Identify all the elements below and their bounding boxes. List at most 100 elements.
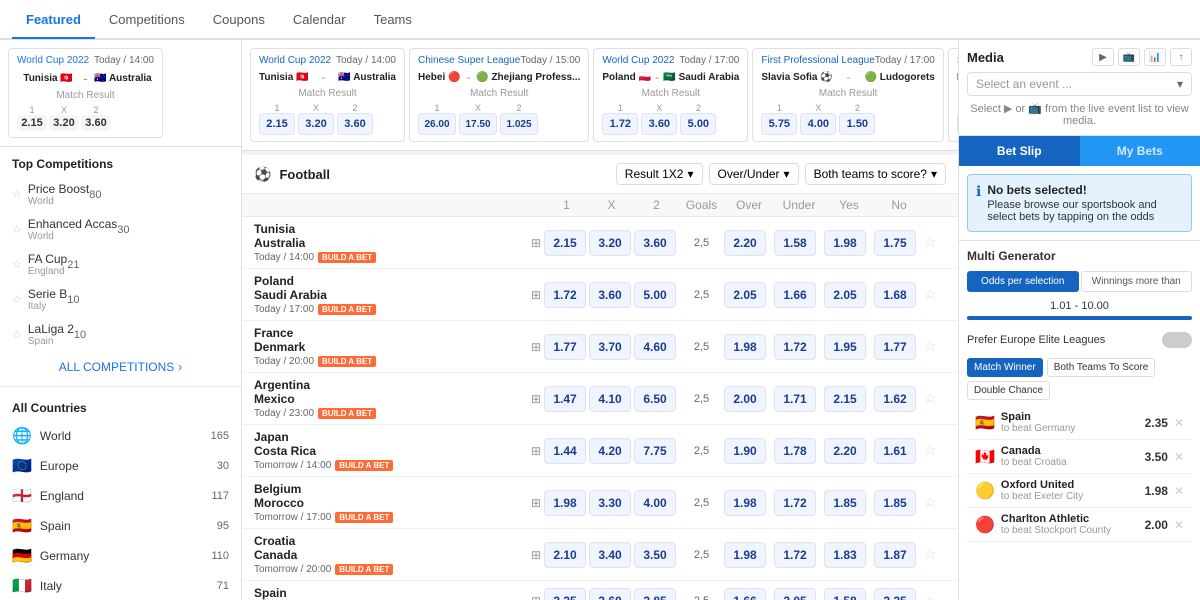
m6-odds1[interactable]: 2.10 [544, 542, 586, 568]
result-dropdown[interactable]: Result 1X2 ▾ [616, 163, 703, 185]
both-teams-dropdown[interactable]: Both teams to score? ▾ [805, 163, 946, 185]
filter-double-chance[interactable]: Double Chance [967, 381, 1050, 400]
m7-star[interactable]: ☆ [924, 593, 937, 600]
media-event-select[interactable]: Select an event ... ▾ [967, 72, 1192, 96]
nav-teams[interactable]: Teams [360, 2, 426, 39]
card2-odds2[interactable]: 5.00 [680, 113, 716, 135]
card3-oddsx[interactable]: 4.00 [800, 113, 836, 135]
comp-laliga2[interactable]: ☆ LaLiga 2 Spain 10 [0, 317, 241, 352]
card2-odds1[interactable]: 1.72 [602, 113, 638, 135]
m3-oddsx[interactable]: 4.10 [589, 386, 631, 412]
m3-over[interactable]: 2.00 [724, 386, 766, 412]
sel-close-2[interactable]: ✕ [1174, 484, 1184, 498]
m0-under[interactable]: 1.58 [774, 230, 816, 256]
m3-odds2[interactable]: 6.50 [634, 386, 676, 412]
card0-odds2[interactable]: 3.60 [337, 113, 373, 135]
country-spain[interactable]: 🇪🇸 Spain 95 [0, 511, 241, 541]
m1-oddsx[interactable]: 3.60 [589, 282, 631, 308]
m5-odds1[interactable]: 1.98 [544, 490, 586, 516]
m1-yes[interactable]: 2.05 [824, 282, 866, 308]
m7-oddsx[interactable]: 3.60 [589, 588, 631, 600]
m2-odds2[interactable]: 4.60 [634, 334, 676, 360]
build-bet-5[interactable]: BUILD A BET [335, 512, 393, 523]
media-icon-stats[interactable]: 📊 [1144, 48, 1166, 66]
winnings-more-tab[interactable]: Winnings more than [1081, 271, 1193, 292]
card0-oddsx[interactable]: 3.20 [298, 113, 334, 135]
country-germany[interactable]: 🇩🇪 Germany 110 [0, 541, 241, 571]
media-expand-btn[interactable]: ↑ [1170, 48, 1192, 66]
m3-odds1[interactable]: 1.47 [544, 386, 586, 412]
m2-under[interactable]: 1.72 [774, 334, 816, 360]
nav-calendar[interactable]: Calendar [279, 2, 360, 39]
m0-yes[interactable]: 1.98 [824, 230, 866, 256]
m7-odds2[interactable]: 2.85 [634, 588, 676, 600]
m6-yes[interactable]: 1.83 [824, 542, 866, 568]
card0-odds1[interactable]: 2.15 [259, 113, 295, 135]
filter-match-winner[interactable]: Match Winner [967, 358, 1043, 377]
m5-no[interactable]: 1.85 [874, 490, 916, 516]
m6-odds2[interactable]: 3.50 [634, 542, 676, 568]
card-odds1-0[interactable]: 2.15 [17, 115, 47, 131]
sel-odds-3[interactable]: 2.00 [1145, 518, 1168, 532]
build-bet-3[interactable]: BUILD A BET [318, 408, 376, 419]
card2-oddsx[interactable]: 3.60 [641, 113, 677, 135]
country-world[interactable]: 🌐 World 165 [0, 421, 241, 451]
build-bet-0[interactable]: BUILD A BET [318, 252, 376, 263]
sel-odds-2[interactable]: 1.98 [1145, 484, 1168, 498]
sel-close-0[interactable]: ✕ [1174, 416, 1184, 430]
build-bet-2[interactable]: BUILD A BET [318, 356, 376, 367]
m0-over[interactable]: 2.20 [724, 230, 766, 256]
comp-price-boost[interactable]: ☆ Price Boost World 80 [0, 177, 241, 212]
m2-odds1[interactable]: 1.77 [544, 334, 586, 360]
comp-serie-b[interactable]: ☆ Serie B Italy 10 [0, 282, 241, 317]
m5-yes[interactable]: 1.85 [824, 490, 866, 516]
nav-featured[interactable]: Featured [12, 2, 95, 39]
m0-odds2[interactable]: 3.60 [634, 230, 676, 256]
m6-oddsx[interactable]: 3.40 [589, 542, 631, 568]
sel-odds-1[interactable]: 3.50 [1145, 450, 1168, 464]
m0-odds1[interactable]: 2.15 [544, 230, 586, 256]
m0-star[interactable]: ☆ [924, 234, 937, 250]
m4-no[interactable]: 1.61 [874, 438, 916, 464]
country-italy[interactable]: 🇮🇹 Italy 71 [0, 571, 241, 600]
m4-under[interactable]: 1.78 [774, 438, 816, 464]
all-competitions-button[interactable]: ALL COMPETITIONS › [0, 352, 241, 382]
m3-no[interactable]: 1.62 [874, 386, 916, 412]
m3-yes[interactable]: 2.15 [824, 386, 866, 412]
my-bets-tab[interactable]: My Bets [1080, 136, 1200, 166]
nav-competitions[interactable]: Competitions [95, 2, 199, 39]
m6-no[interactable]: 1.87 [874, 542, 916, 568]
card1-odds2[interactable]: 1.025 [500, 113, 538, 135]
m0-no[interactable]: 1.75 [874, 230, 916, 256]
m4-odds1[interactable]: 1.44 [544, 438, 586, 464]
m4-yes[interactable]: 2.20 [824, 438, 866, 464]
m7-over[interactable]: 1.66 [724, 588, 766, 600]
sel-close-1[interactable]: ✕ [1174, 450, 1184, 464]
card3-odds1[interactable]: 5.75 [761, 113, 797, 135]
m5-under[interactable]: 1.72 [774, 490, 816, 516]
sel-close-3[interactable]: ✕ [1174, 518, 1184, 532]
comp-enhanced-accas[interactable]: ☆ Enhanced Accas World 30 [0, 212, 241, 247]
m5-oddsx[interactable]: 3.30 [589, 490, 631, 516]
m2-yes[interactable]: 1.95 [824, 334, 866, 360]
m6-under[interactable]: 1.72 [774, 542, 816, 568]
comp-fa-cup[interactable]: ☆ FA Cup England 21 [0, 247, 241, 282]
m7-under[interactable]: 2.05 [774, 588, 816, 600]
m7-yes[interactable]: 1.58 [824, 588, 866, 600]
m4-star[interactable]: ☆ [924, 442, 937, 458]
card-oddsx-0[interactable]: 3.20 [49, 115, 79, 131]
prefer-toggle[interactable] [1162, 332, 1192, 348]
card1-odds1[interactable]: 26.00 [418, 113, 456, 135]
m1-odds2[interactable]: 5.00 [634, 282, 676, 308]
m4-oddsx[interactable]: 4.20 [589, 438, 631, 464]
media-icon-play[interactable]: ▶ [1092, 48, 1114, 66]
m7-no[interactable]: 2.25 [874, 588, 916, 600]
m2-oddsx[interactable]: 3.70 [589, 334, 631, 360]
sel-odds-0[interactable]: 2.35 [1145, 416, 1168, 430]
media-icon-tv[interactable]: 📺 [1118, 48, 1140, 66]
m1-odds1[interactable]: 1.72 [544, 282, 586, 308]
card1-oddsx[interactable]: 17.50 [459, 113, 497, 135]
odds-per-selection-tab[interactable]: Odds per selection [967, 271, 1079, 292]
m5-odds2[interactable]: 4.00 [634, 490, 676, 516]
m0-oddsx[interactable]: 3.20 [589, 230, 631, 256]
